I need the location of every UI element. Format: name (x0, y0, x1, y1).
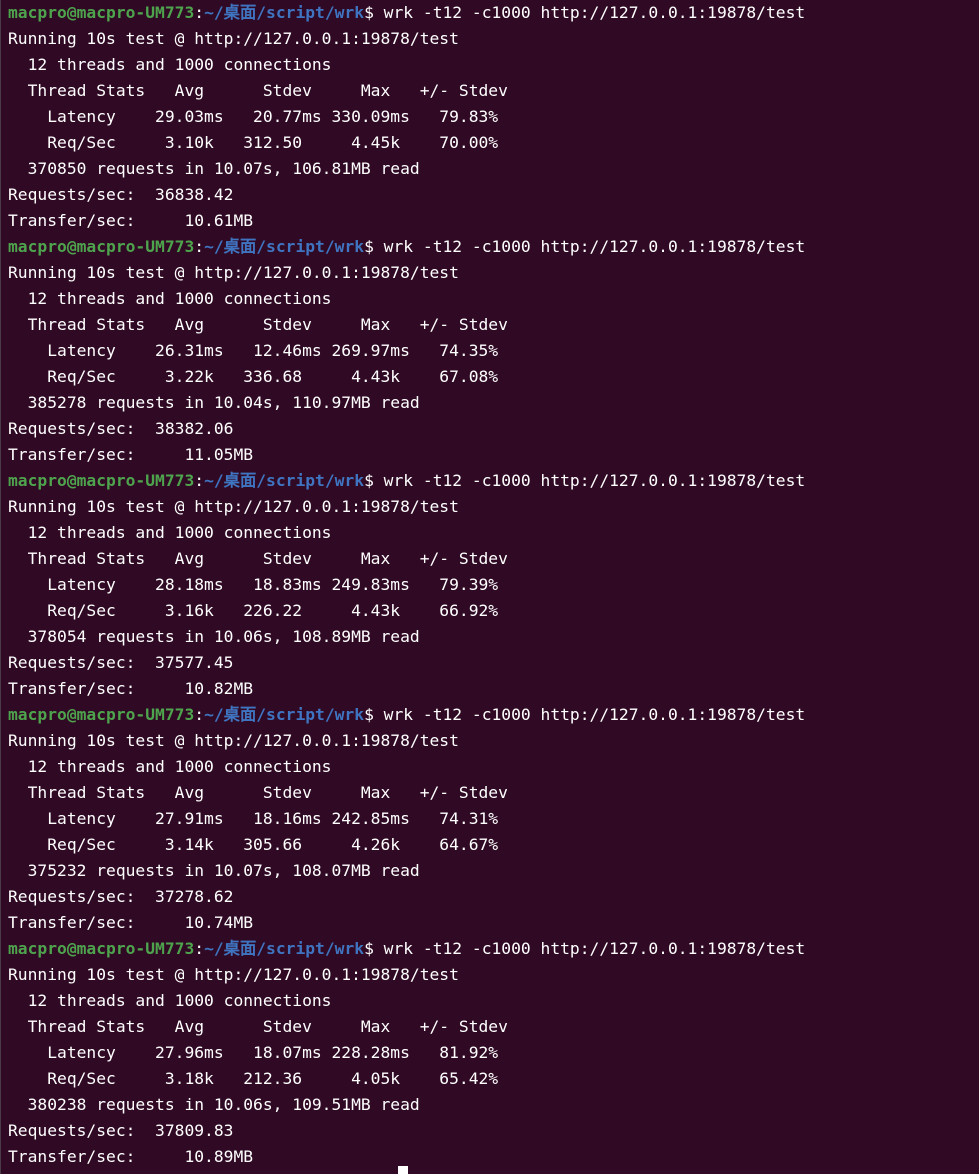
prompt-colon: : (194, 3, 205, 22)
output-line: Transfer/sec: 10.82MB (8, 679, 254, 698)
prompt-path: ~/桌面/script/wrk (204, 237, 365, 256)
prompt-colon: : (194, 705, 205, 724)
output-line: Latency 27.91ms 18.16ms 242.85ms 74.31% (8, 809, 499, 828)
output-line: Requests/sec: 37809.83 (8, 1121, 234, 1140)
prompt-colon: : (194, 237, 205, 256)
command-text: wrk -t12 -c1000 http://127.0.0.1:19878/t… (373, 471, 806, 490)
prompt-path: ~/桌面/script/wrk (204, 471, 365, 490)
prompt-colon: : (194, 471, 205, 490)
output-line: 12 threads and 1000 connections (8, 55, 332, 74)
output-line: Requests/sec: 36838.42 (8, 185, 234, 204)
output-line: Running 10s test @ http://127.0.0.1:1987… (8, 731, 459, 750)
prompt-user-host: macpro@macpro-UM773 (8, 237, 195, 256)
terminal-output: macpro@macpro-UM773:~/桌面/script/wrk$ wrk… (8, 0, 979, 1170)
output-line: 385278 requests in 10.04s, 110.97MB read (8, 393, 420, 412)
output-line: 12 threads and 1000 connections (8, 757, 332, 776)
command-text: wrk -t12 -c1000 http://127.0.0.1:19878/t… (373, 237, 806, 256)
prompt-path: ~/桌面/script/wrk (204, 939, 365, 958)
output-line: 12 threads and 1000 connections (8, 289, 332, 308)
output-line: Requests/sec: 38382.06 (8, 419, 234, 438)
prompt-dollar: $ (364, 939, 374, 958)
prompt-dollar: $ (364, 705, 374, 724)
output-line: Req/Sec 3.18k 212.36 4.05k 65.42% (8, 1069, 499, 1088)
output-line: Latency 27.96ms 18.07ms 228.28ms 81.92% (8, 1043, 499, 1062)
terminal-window[interactable]: macpro@macpro-UM773:~/桌面/script/wrk$ wrk… (0, 0, 979, 1174)
output-line: Requests/sec: 37577.45 (8, 653, 234, 672)
prompt-path: ~/桌面/script/wrk (204, 3, 365, 22)
prompt-user-host: macpro@macpro-UM773 (8, 705, 195, 724)
output-line: 12 threads and 1000 connections (8, 991, 332, 1010)
output-line: Running 10s test @ http://127.0.0.1:1987… (8, 263, 459, 282)
output-line: Running 10s test @ http://127.0.0.1:1987… (8, 497, 459, 516)
prompt-line: macpro@macpro-UM773:~/桌面/script/wrk$ wrk… (8, 234, 979, 260)
output-line: 12 threads and 1000 connections (8, 523, 332, 542)
output-line: Thread Stats Avg Stdev Max +/- Stdev (8, 315, 508, 334)
prompt-path: ~/桌面/script/wrk (204, 705, 365, 724)
output-line: 375232 requests in 10.07s, 108.07MB read (8, 861, 420, 880)
output-line: Latency 28.18ms 18.83ms 249.83ms 79.39% (8, 575, 499, 594)
output-line: Transfer/sec: 10.89MB (8, 1147, 254, 1166)
output-line: Running 10s test @ http://127.0.0.1:1987… (8, 29, 459, 48)
text-cursor (398, 1166, 408, 1174)
command-text: wrk -t12 -c1000 http://127.0.0.1:19878/t… (373, 3, 806, 22)
output-line: Transfer/sec: 11.05MB (8, 445, 254, 464)
prompt-dollar: $ (364, 471, 374, 490)
output-line: Transfer/sec: 10.61MB (8, 211, 254, 230)
output-line: Latency 29.03ms 20.77ms 330.09ms 79.83% (8, 107, 499, 126)
prompt-line: macpro@macpro-UM773:~/桌面/script/wrk$ wrk… (8, 936, 979, 962)
output-line: Thread Stats Avg Stdev Max +/- Stdev (8, 1017, 508, 1036)
window-left-border (0, 0, 1, 1174)
command-text: wrk -t12 -c1000 http://127.0.0.1:19878/t… (373, 705, 806, 724)
output-line: Requests/sec: 37278.62 (8, 887, 234, 906)
output-line: Thread Stats Avg Stdev Max +/- Stdev (8, 81, 508, 100)
output-line: 378054 requests in 10.06s, 108.89MB read (8, 627, 420, 646)
prompt-user-host: macpro@macpro-UM773 (8, 939, 195, 958)
prompt-user-host: macpro@macpro-UM773 (8, 3, 195, 22)
output-line: Thread Stats Avg Stdev Max +/- Stdev (8, 783, 508, 802)
output-line: 380238 requests in 10.06s, 109.51MB read (8, 1095, 420, 1114)
output-line: Running 10s test @ http://127.0.0.1:1987… (8, 965, 459, 984)
prompt-dollar: $ (364, 237, 374, 256)
prompt-line: macpro@macpro-UM773:~/桌面/script/wrk$ wrk… (8, 0, 979, 26)
command-text: wrk -t12 -c1000 http://127.0.0.1:19878/t… (373, 939, 806, 958)
prompt-colon: : (194, 939, 205, 958)
output-line: Thread Stats Avg Stdev Max +/- Stdev (8, 549, 508, 568)
prompt-line: macpro@macpro-UM773:~/桌面/script/wrk$ wrk… (8, 468, 979, 494)
output-line: Req/Sec 3.10k 312.50 4.45k 70.00% (8, 133, 499, 152)
output-line: Req/Sec 3.16k 226.22 4.43k 66.92% (8, 601, 499, 620)
output-line: Req/Sec 3.14k 305.66 4.26k 64.67% (8, 835, 499, 854)
output-line: 370850 requests in 10.07s, 106.81MB read (8, 159, 420, 178)
prompt-user-host: macpro@macpro-UM773 (8, 471, 195, 490)
output-line: Latency 26.31ms 12.46ms 269.97ms 74.35% (8, 341, 499, 360)
output-line: Req/Sec 3.22k 336.68 4.43k 67.08% (8, 367, 499, 386)
prompt-line: macpro@macpro-UM773:~/桌面/script/wrk$ wrk… (8, 702, 979, 728)
output-line: Transfer/sec: 10.74MB (8, 913, 254, 932)
prompt-dollar: $ (364, 3, 374, 22)
